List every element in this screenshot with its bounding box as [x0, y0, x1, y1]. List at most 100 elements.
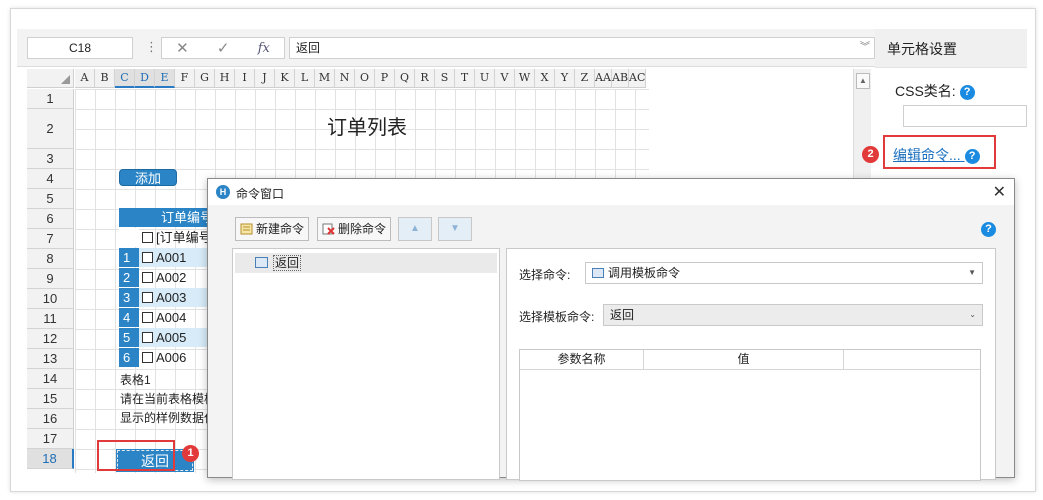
column-header[interactable]: A [75, 69, 95, 88]
column-header[interactable]: T [455, 69, 475, 88]
column-header[interactable]: C [115, 69, 135, 88]
row-header[interactable]: 12 [27, 329, 74, 349]
row-header[interactable]: 3 [27, 149, 74, 169]
chevron-down-icon: ⌄ [969, 310, 976, 319]
column-header[interactable]: U [475, 69, 495, 88]
row-number: 2 [119, 268, 139, 287]
select-template-dropdown[interactable]: 返回 ⌄ [603, 304, 983, 326]
order-number: A005 [156, 330, 187, 345]
expand-chevron-icon[interactable]: ︾ [860, 38, 870, 58]
column-header[interactable]: P [375, 69, 395, 88]
dialog-titlebar: H 命令窗口 ✕ [208, 179, 1014, 205]
move-down-button[interactable]: ▼ [438, 217, 472, 241]
select-all-checkbox[interactable] [142, 232, 153, 243]
row-header[interactable]: 6 [27, 209, 74, 229]
column-header[interactable]: S [435, 69, 455, 88]
column-header[interactable]: X [535, 69, 555, 88]
row-header[interactable]: 2 [27, 109, 74, 149]
command-list[interactable]: 返回 [232, 248, 500, 480]
row-header[interactable]: 11 [27, 309, 74, 329]
css-class-label-text: CSS类名: [895, 83, 956, 99]
column-header[interactable]: Y [555, 69, 575, 88]
column-header[interactable]: R [415, 69, 435, 88]
arrow-up-icon: ▲ [410, 223, 420, 234]
row-checkbox[interactable] [142, 252, 153, 263]
row-checkbox[interactable] [142, 332, 153, 343]
note-line-2: 请在当前表格模板行 [120, 392, 220, 406]
column-header[interactable]: L [295, 69, 315, 88]
row-header[interactable]: 1 [27, 89, 74, 109]
help-icon[interactable]: ? [959, 84, 975, 100]
note-line-3: 显示的样例数据仅供 [120, 411, 220, 425]
arrow-down-icon: ▼ [450, 223, 460, 234]
row-header[interactable]: 8 [27, 249, 74, 269]
column-header[interactable]: O [355, 69, 375, 88]
row-checkbox[interactable] [142, 292, 153, 303]
order-number: A002 [156, 270, 187, 285]
name-box[interactable]: C18 [27, 37, 133, 59]
row-number: 1 [119, 248, 139, 267]
row-checkbox[interactable] [142, 272, 153, 283]
column-header[interactable]: Q [395, 69, 415, 88]
order-number: A003 [156, 290, 187, 305]
row-header[interactable]: 7 [27, 229, 74, 249]
column-header[interactable]: W [515, 69, 535, 88]
parameter-table-header: 参数名称 值 [520, 350, 980, 370]
css-class-input[interactable] [903, 105, 1027, 127]
column-header[interactable]: M [315, 69, 335, 88]
column-header[interactable]: D [135, 69, 155, 88]
new-command-label: 新建命令 [256, 222, 305, 236]
column-header[interactable]: H [215, 69, 235, 88]
row-header[interactable]: 17 [27, 429, 74, 449]
column-header[interactable]: B [95, 69, 115, 88]
column-header[interactable]: F [175, 69, 195, 88]
select-command-value: 调用模板命令 [608, 266, 681, 280]
column-header[interactable]: Z [575, 69, 595, 88]
column-header[interactable]: N [335, 69, 355, 88]
parameter-table[interactable]: 参数名称 值 [519, 349, 981, 481]
note-table-name: 表格1 [120, 373, 151, 387]
column-header[interactable]: K [275, 69, 295, 88]
command-config-panel: 选择命令: 调用模板命令 ▼ 选择模板命令: 返回 ⌄ 参数名称 值 [506, 248, 996, 481]
column-header[interactable]: E [155, 69, 175, 88]
row-header[interactable]: 18 [27, 449, 74, 469]
confirm-icon[interactable]: ✓ [217, 39, 230, 57]
move-up-button[interactable]: ▲ [398, 217, 432, 241]
row-header[interactable]: 15 [27, 389, 74, 409]
help-icon[interactable]: ? [981, 222, 996, 238]
row-header[interactable]: 9 [27, 269, 74, 289]
cancel-icon[interactable]: ✕ [176, 39, 189, 57]
row-header[interactable]: 10 [27, 289, 74, 309]
add-button[interactable]: 添加 [119, 169, 177, 186]
fx-icon[interactable]: fx [258, 41, 270, 56]
command-icon [255, 257, 268, 268]
column-header[interactable]: AB [612, 69, 629, 88]
column-header[interactable]: V [495, 69, 515, 88]
row-header[interactable]: 5 [27, 189, 74, 209]
table-subheader: [订单编号 [156, 230, 212, 245]
column-header[interactable]: J [255, 69, 275, 88]
row-header[interactable]: 16 [27, 409, 74, 429]
column-header[interactable]: AA [595, 69, 612, 88]
close-icon[interactable]: ✕ [993, 182, 1006, 202]
select-command-dropdown[interactable]: 调用模板命令 ▼ [585, 262, 983, 284]
scroll-up-arrow-icon[interactable]: ▲ [856, 73, 870, 89]
column-header[interactable]: AC [629, 69, 646, 88]
select-all-corner[interactable] [27, 69, 74, 88]
row-checkbox[interactable] [142, 352, 153, 363]
dialog-title: 命令窗口 [236, 187, 285, 201]
new-command-button[interactable]: 新建命令 [235, 217, 310, 241]
more-dots-icon[interactable]: ⋮ [145, 39, 158, 55]
row-header[interactable]: 14 [27, 369, 74, 389]
marker-2: 2 [862, 146, 879, 163]
column-header[interactable]: G [195, 69, 215, 88]
row-header[interactable]: 13 [27, 349, 74, 369]
delete-command-button[interactable]: 删除命令 [317, 217, 392, 241]
row-header[interactable]: 4 [27, 169, 74, 189]
delete-command-icon [322, 223, 335, 235]
command-list-item[interactable]: 返回 [235, 253, 497, 273]
formula-input[interactable]: 返回 ︾ [289, 37, 875, 59]
column-header[interactable]: I [235, 69, 255, 88]
row-checkbox[interactable] [142, 312, 153, 323]
css-class-label: CSS类名: ? [895, 81, 975, 101]
